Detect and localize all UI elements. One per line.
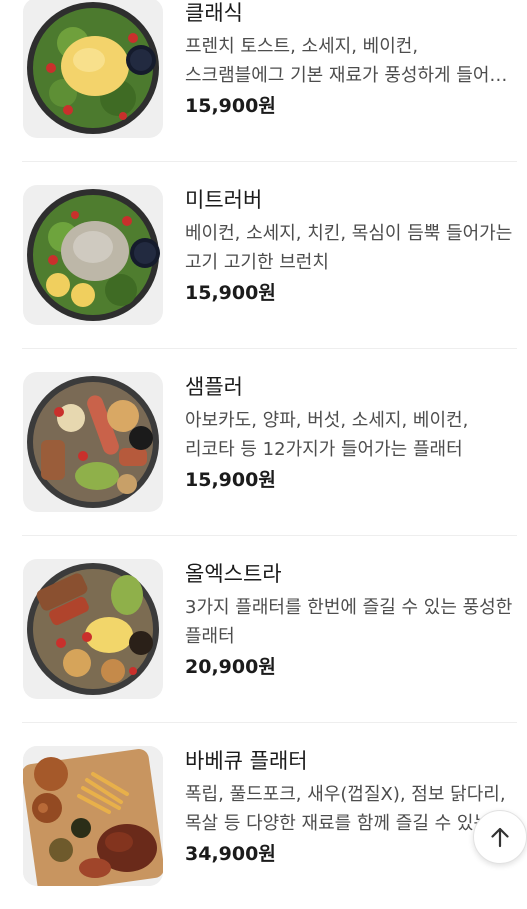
menu-item-name: 샘플러 bbox=[185, 375, 243, 399]
menu-item-info: 미트러버 베이컨, 소세지, 치킨, 목심이 듬뿍 들어가는 고기 고기한 브런… bbox=[185, 185, 517, 307]
menu-item-image[interactable] bbox=[23, 746, 163, 886]
menu-item-price: 15,900원 bbox=[185, 469, 276, 491]
menu-item-image[interactable] bbox=[23, 185, 163, 325]
menu-item-description: 3가지 플래터를 한번에 즐길 수 있는 풍성한 플래터 bbox=[185, 597, 513, 647]
menu-item-price: 15,900원 bbox=[185, 95, 276, 117]
menu-item-name: 클래식 bbox=[185, 1, 243, 25]
menu-item-sampler[interactable]: 샘플러 아보카도, 양파, 버섯, 소세지, 베이컨, 리코타 등 12가지가 … bbox=[22, 349, 517, 536]
menu-item-info: 올엑스트라 3가지 플래터를 한번에 즐길 수 있는 풍성한 플래터 20,90… bbox=[185, 559, 517, 681]
menu-item-name: 바베큐 플래터 bbox=[185, 749, 308, 773]
menu-item-price: 34,900원 bbox=[185, 843, 276, 865]
menu-item-name: 미트러버 bbox=[185, 188, 263, 212]
menu-item-info: 클래식 프렌치 토스트, 소세지, 베이컨, 스크램블에그 기본 재료가 풍성하… bbox=[185, 0, 517, 120]
menu-list: 클래식 프렌치 토스트, 소세지, 베이컨, 스크램블에그 기본 재료가 풍성하… bbox=[0, 0, 527, 909]
menu-item-price: 15,900원 bbox=[185, 282, 276, 304]
menu-item-description: 베이컨, 소세지, 치킨, 목심이 듬뿍 들어가는 고기 고기한 브런치 bbox=[185, 223, 513, 273]
menu-item-description: 폭립, 풀드포크, 새우(껍질X), 점보 닭다리, 목살 등 다양한 재료를 … bbox=[185, 784, 506, 834]
arrow-up-icon bbox=[491, 827, 509, 848]
menu-item-classic[interactable]: 클래식 프렌치 토스트, 소세지, 베이컨, 스크램블에그 기본 재료가 풍성하… bbox=[22, 0, 517, 162]
menu-item-price: 20,900원 bbox=[185, 656, 276, 678]
menu-item-description: 아보카도, 양파, 버섯, 소세지, 베이컨, 리코타 등 12가지가 들어가는… bbox=[185, 410, 469, 460]
menu-item-all-extra[interactable]: 올엑스트라 3가지 플래터를 한번에 즐길 수 있는 풍성한 플래터 20,90… bbox=[22, 536, 517, 723]
menu-item-description: 프렌치 토스트, 소세지, 베이컨, 스크램블에그 기본 재료가 풍성하게 들어… bbox=[185, 36, 506, 86]
menu-item-image[interactable] bbox=[23, 372, 163, 512]
menu-item-image[interactable] bbox=[23, 0, 163, 138]
menu-item-info: 샘플러 아보카도, 양파, 버섯, 소세지, 베이컨, 리코타 등 12가지가 … bbox=[185, 372, 517, 494]
scroll-to-top-button[interactable] bbox=[473, 810, 527, 864]
menu-item-bbq-platter[interactable]: 바베큐 플래터 폭립, 풀드포크, 새우(껍질X), 점보 닭다리, 목살 등 … bbox=[22, 723, 517, 909]
menu-item-meat-lover[interactable]: 미트러버 베이컨, 소세지, 치킨, 목심이 듬뿍 들어가는 고기 고기한 브런… bbox=[22, 162, 517, 349]
menu-item-image[interactable] bbox=[23, 559, 163, 699]
menu-item-name: 올엑스트라 bbox=[185, 562, 282, 586]
menu-item-info: 바베큐 플래터 폭립, 풀드포크, 새우(껍질X), 점보 닭다리, 목살 등 … bbox=[185, 746, 517, 868]
